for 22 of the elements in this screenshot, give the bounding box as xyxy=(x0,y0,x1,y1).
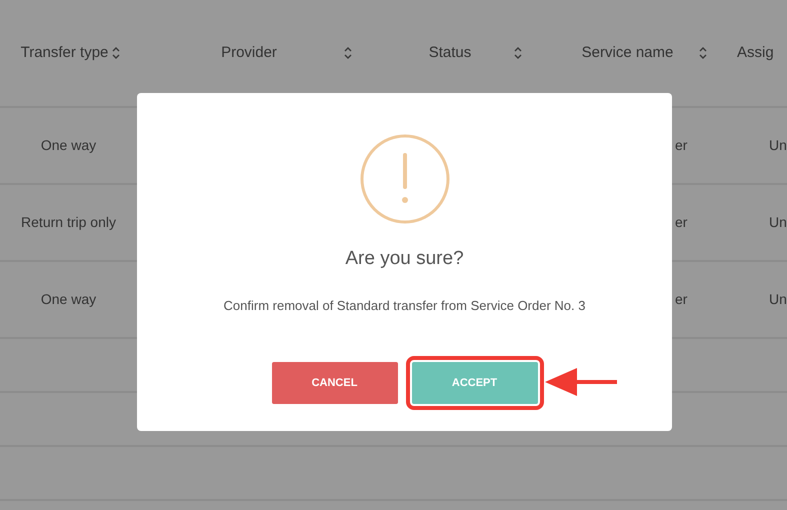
sort-icon xyxy=(514,46,522,60)
column-header[interactable]: Service name xyxy=(582,42,674,64)
dialog-message: Confirm removal of Standard transfer from Service Order No. 3 xyxy=(224,296,586,314)
dialog-title: Are you sure? xyxy=(345,247,464,271)
table-cell-text: One way xyxy=(40,290,96,309)
table-cell-text: Return trip only xyxy=(21,213,116,232)
table-cell: Un xyxy=(769,291,787,307)
table-cell-text: One way xyxy=(40,136,96,155)
table-cell: er xyxy=(675,291,688,307)
table-cell: er xyxy=(675,137,688,153)
sort-icon xyxy=(112,46,120,60)
table-cell: Un xyxy=(769,214,787,230)
column-header[interactable]: Provider xyxy=(221,42,277,64)
table-cell: Un xyxy=(769,137,787,153)
warning-icon xyxy=(358,133,450,225)
column-header[interactable]: Assig xyxy=(737,44,774,61)
column-header[interactable]: Status xyxy=(428,42,472,64)
sort-icon xyxy=(699,46,707,60)
table-cell: er xyxy=(675,214,688,230)
sort-icon xyxy=(344,46,352,60)
column-header[interactable]: Transfer type xyxy=(20,42,108,64)
cancel-button[interactable]: CANCEL xyxy=(272,362,398,404)
